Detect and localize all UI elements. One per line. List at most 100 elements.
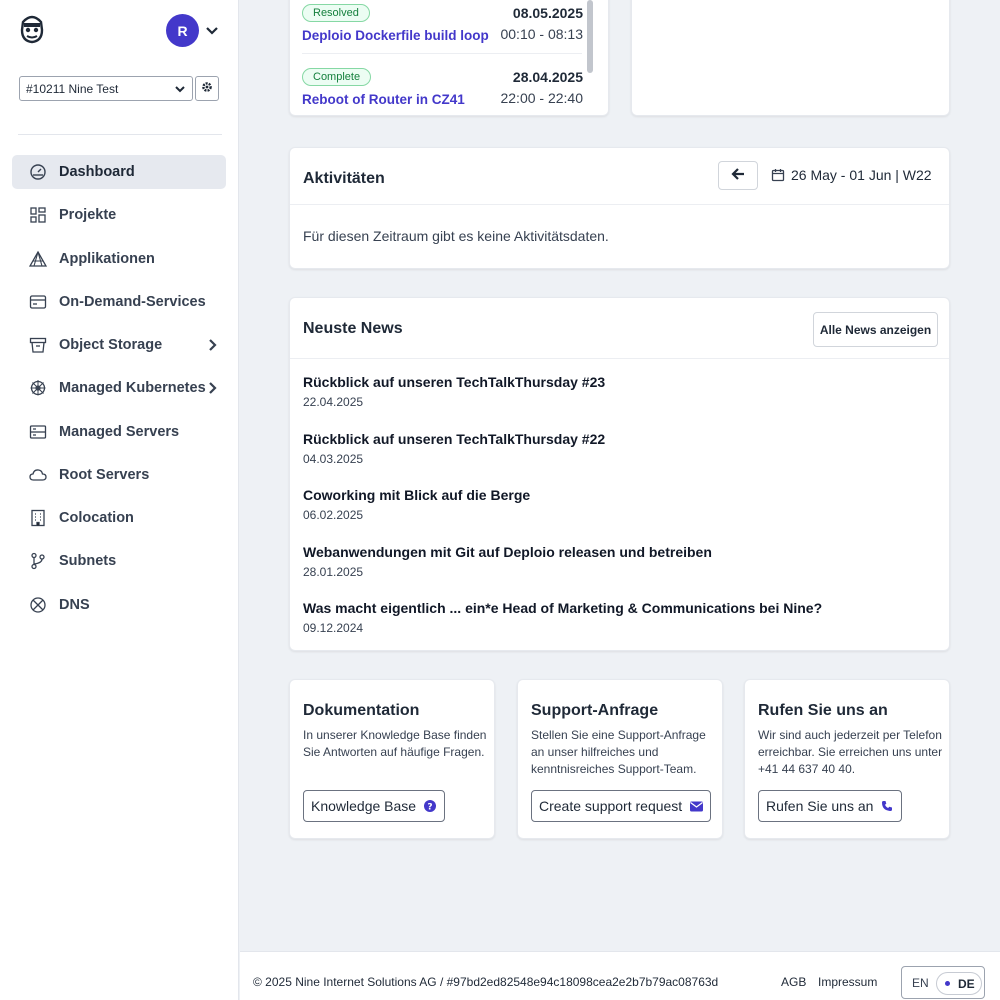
branch-icon bbox=[29, 552, 47, 570]
list-item[interactable]: Webanwendungen mit Git auf Deploio relea… bbox=[303, 544, 712, 579]
sidebar-item-managed-servers[interactable]: Managed Servers bbox=[12, 415, 226, 449]
maintenance-schedule: 08.05.2025 00:10 - 08:13 bbox=[500, 5, 583, 42]
language-option-en[interactable]: EN bbox=[912, 976, 929, 990]
organization-select-value: #10211 Nine Test bbox=[26, 82, 119, 96]
activities-card: Aktivitäten 26 May - 01 Jun | W22 Für di… bbox=[289, 147, 950, 269]
sidebar-nav: Dashboard Projekte Applikationen On-Dema… bbox=[12, 155, 226, 631]
chevron-down-icon[interactable] bbox=[204, 22, 220, 38]
dashboard-icon bbox=[29, 163, 47, 181]
globe-icon bbox=[29, 596, 47, 614]
calendar-icon bbox=[771, 168, 785, 182]
news-item-date: 06.02.2025 bbox=[303, 508, 364, 522]
call-us-button[interactable]: Rufen Sie uns an bbox=[758, 790, 903, 822]
bucket-icon bbox=[29, 336, 47, 354]
question-circle-icon: ? bbox=[424, 800, 437, 813]
date-range[interactable]: 26 May - 01 Jun | W22 bbox=[771, 167, 932, 183]
news-item-title[interactable]: Was macht eigentlich ... ein*e Head of M… bbox=[303, 600, 822, 616]
list-item[interactable]: Was macht eigentlich ... ein*e Head of M… bbox=[303, 600, 822, 635]
scrollbar-thumb[interactable] bbox=[587, 0, 593, 73]
language-option-de-label: DE bbox=[958, 976, 975, 991]
chevron-down-icon bbox=[174, 83, 186, 95]
nine-logo-icon[interactable] bbox=[18, 14, 46, 44]
sidebar-item-subnets[interactable]: Subnets bbox=[12, 544, 226, 578]
status-badge: Complete bbox=[302, 68, 372, 86]
organization-settings-button[interactable] bbox=[195, 76, 219, 101]
status-badge: Resolved bbox=[302, 4, 370, 22]
news-card: Neuste News Alle News anzeigen Rückblick… bbox=[289, 297, 950, 651]
news-item-date: 04.03.2025 bbox=[303, 452, 364, 466]
create-support-request-button[interactable]: Create support request bbox=[531, 790, 712, 822]
news-item-date: 22.04.2025 bbox=[303, 395, 364, 409]
top-right-card bbox=[631, 0, 950, 116]
news-item-title[interactable]: Rückblick auf unseren TechTalkThursday #… bbox=[303, 374, 605, 390]
maintenance-time: 22:00 - 22:40 bbox=[500, 90, 583, 106]
avatar[interactable]: R bbox=[166, 14, 199, 47]
copyright-text: © 2025 Nine Internet Solutions AG / #97b… bbox=[253, 975, 719, 989]
sidebar-item-label: Root Servers bbox=[59, 466, 150, 483]
sidebar-item-label: Subnets bbox=[59, 553, 117, 570]
sidebar: R #10211 Nine Test Dashboard Projekte Ap… bbox=[0, 0, 239, 1000]
maintenance-date: 28.04.2025 bbox=[512, 69, 583, 85]
list-item[interactable]: Rückblick auf unseren TechTalkThursday #… bbox=[303, 374, 605, 409]
maintenance-card: Resolved Deploio Dockerfile build loop 0… bbox=[289, 0, 609, 116]
server-icon bbox=[29, 423, 47, 441]
news-item-title[interactable]: Webanwendungen mit Git auf Deploio relea… bbox=[303, 544, 712, 560]
maintenance-title[interactable]: Reboot of Router in CZ41 bbox=[302, 92, 465, 107]
documentation-card: Dokumentation In unserer Knowledge Base … bbox=[289, 679, 495, 839]
list-item[interactable]: Rückblick auf unseren TechTalkThursday #… bbox=[303, 431, 605, 466]
divider bbox=[290, 204, 949, 205]
sidebar-item-applikationen[interactable]: Applikationen bbox=[12, 242, 226, 276]
sidebar-item-object-storage[interactable]: Object Storage bbox=[12, 328, 226, 362]
organization-select[interactable]: #10211 Nine Test bbox=[19, 76, 193, 101]
previous-week-button[interactable] bbox=[718, 161, 758, 190]
sidebar-item-label: DNS bbox=[59, 596, 90, 613]
maintenance-date: 08.05.2025 bbox=[512, 5, 583, 21]
maintenance-time: 00:10 - 08:13 bbox=[500, 26, 583, 42]
sidebar-item-root-servers[interactable]: Root Servers bbox=[12, 458, 226, 492]
arrow-left-icon bbox=[731, 167, 745, 184]
sidebar-item-projekte[interactable]: Projekte bbox=[12, 198, 226, 232]
divider bbox=[290, 358, 949, 359]
maintenance-item[interactable]: Resolved Deploio Dockerfile build loop bbox=[302, 3, 489, 43]
sidebar-item-label: On-Demand-Services bbox=[59, 293, 206, 310]
maintenance-item[interactable]: Complete Reboot of Router in CZ41 bbox=[302, 67, 465, 107]
selected-indicator-icon bbox=[945, 981, 950, 986]
maintenance-title[interactable]: Deploio Dockerfile build loop bbox=[302, 28, 489, 43]
sidebar-item-label: Applikationen bbox=[59, 250, 155, 267]
support-request-title: Support-Anfrage bbox=[531, 702, 659, 719]
news-item-title[interactable]: Coworking mit Blick auf die Berge bbox=[303, 487, 530, 503]
sidebar-item-dns[interactable]: DNS bbox=[12, 588, 226, 622]
activities-title: Aktivitäten bbox=[303, 170, 385, 187]
impressum-link[interactable]: Impressum bbox=[818, 975, 877, 989]
chevron-right-icon bbox=[204, 380, 220, 396]
building-icon bbox=[29, 509, 47, 527]
avatar-initial: R bbox=[177, 22, 188, 39]
sidebar-item-managed-kubernetes[interactable]: Managed Kubernetes bbox=[12, 371, 226, 405]
grid-icon bbox=[29, 206, 47, 224]
all-news-button[interactable]: Alle News anzeigen bbox=[813, 312, 938, 347]
maintenance-schedule: 28.04.2025 22:00 - 22:40 bbox=[500, 69, 583, 106]
agb-link[interactable]: AGB bbox=[781, 975, 806, 989]
date-range-label: 26 May - 01 Jun | W22 bbox=[791, 167, 932, 183]
sidebar-item-label: Managed Kubernetes bbox=[59, 380, 206, 397]
documentation-title: Dokumentation bbox=[303, 702, 420, 719]
language-switcher[interactable]: EN DE bbox=[901, 966, 985, 999]
sidebar-item-label: Managed Servers bbox=[59, 423, 180, 440]
footer: © 2025 Nine Internet Solutions AG / #97b… bbox=[240, 951, 1000, 1000]
sidebar-item-label: Object Storage bbox=[59, 337, 163, 353]
news-item-date: 09.12.2024 bbox=[303, 621, 364, 635]
call-us-title: Rufen Sie uns an bbox=[758, 702, 888, 719]
sidebar-item-dashboard[interactable]: Dashboard bbox=[12, 155, 226, 189]
list-item[interactable]: Coworking mit Blick auf die Berge 06.02.… bbox=[303, 487, 530, 522]
language-option-de[interactable]: DE bbox=[936, 972, 982, 995]
sidebar-item-colocation[interactable]: Colocation bbox=[12, 501, 226, 535]
gear-icon bbox=[201, 80, 213, 98]
knowledge-base-button[interactable]: Knowledge Base ? bbox=[303, 790, 446, 822]
sidebar-item-label: Colocation bbox=[59, 510, 134, 526]
support-request-card: Support-Anfrage Stellen Sie eine Support… bbox=[517, 679, 723, 839]
sidebar-item-on-demand-services[interactable]: On-Demand-Services bbox=[12, 285, 226, 319]
documentation-text: In unserer Knowledge Base finden Sie Ant… bbox=[303, 728, 487, 759]
button-label: Create support request bbox=[539, 798, 683, 814]
news-item-title[interactable]: Rückblick auf unseren TechTalkThursday #… bbox=[303, 431, 605, 447]
chevron-right-icon bbox=[204, 337, 220, 353]
